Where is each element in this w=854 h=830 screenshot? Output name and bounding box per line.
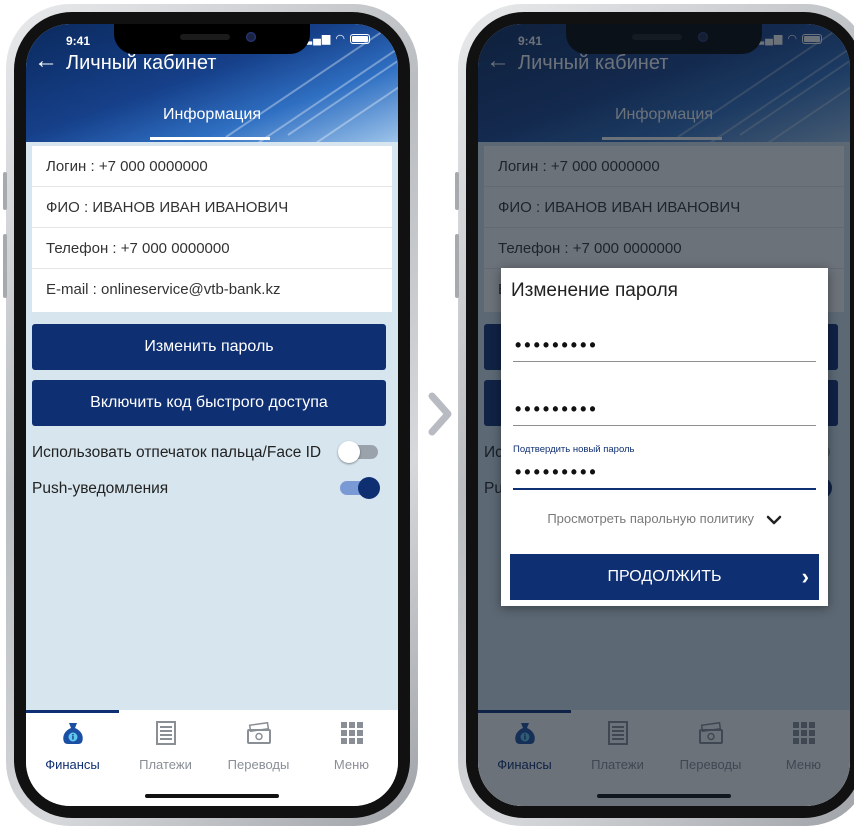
login-row: Логин : +7 000 0000000 <box>32 146 392 187</box>
volume-button <box>3 234 7 298</box>
profile-card: Логин : +7 000 0000000 ФИО : ИВАНОВ ИВАН… <box>32 146 392 312</box>
continue-button[interactable]: ПРОДОЛЖИТЬ › <box>510 554 819 600</box>
password-mask: ••••••••• <box>515 399 599 419</box>
nav-active-indicator <box>26 710 119 713</box>
nav-item-transfers[interactable]: Переводы <box>212 720 305 772</box>
mute-switch <box>3 172 7 210</box>
moneybag-icon: i <box>62 723 83 744</box>
phone-right: 9:41 ▂▄▆ ◠ ← Личный кабинет Информация Л… <box>455 4 854 826</box>
full-name-row: ФИО : ИВАНОВ ИВАН ИВАНОВИЧ <box>32 187 392 228</box>
change-password-dialog: Изменение пароля ••••••••• ••••••••• Под… <box>501 268 828 606</box>
bottom-nav: i Финансы Платежи <box>26 710 398 806</box>
push-setting: Push-уведомления <box>32 477 380 499</box>
tab-information[interactable]: Информация <box>26 106 398 124</box>
nav-label: Переводы <box>227 757 290 772</box>
password-mask: ••••••••• <box>515 462 599 482</box>
new-password-field[interactable]: ••••••••• <box>513 396 816 426</box>
svg-text:i: i <box>71 734 73 742</box>
list-icon <box>155 721 176 745</box>
email-row: E-mail : onlineservice@vtb-bank.kz <box>46 281 281 298</box>
biometric-label: Использовать отпечаток пальца/Face ID <box>32 444 322 461</box>
current-password-field[interactable]: ••••••••• <box>513 332 816 362</box>
nav-label: Финансы <box>45 757 100 772</box>
nav-item-menu[interactable]: Меню <box>305 720 398 772</box>
nav-label: Меню <box>333 757 370 772</box>
phone-row: Телефон : +7 000 0000000 <box>32 228 392 269</box>
password-mask: ••••••••• <box>515 335 599 355</box>
chevron-down-icon <box>766 515 781 524</box>
change-password-button[interactable]: Изменить пароль <box>32 324 386 370</box>
notch <box>114 24 310 54</box>
chevron-right-icon <box>428 392 452 436</box>
confirm-password-field[interactable]: ••••••••• <box>513 460 816 490</box>
mute-switch <box>455 172 459 210</box>
push-toggle[interactable] <box>340 477 380 499</box>
password-policy-link[interactable]: Просмотреть парольную политику <box>501 511 828 526</box>
quick-access-button[interactable]: Включить код быстрого доступа <box>32 380 386 426</box>
push-label: Push-уведомления <box>32 480 169 497</box>
volume-button <box>455 234 459 298</box>
biometric-setting: Использовать отпечаток пальца/Face ID <box>32 441 378 463</box>
screen: 9:41 ▂▄▆ ◠ ← Личный кабинет Информация Л… <box>478 24 850 806</box>
wifi-icon: ◠ <box>335 33 346 45</box>
status-icons: ▂▄▆ ◠ <box>304 32 370 45</box>
policy-link-label: Просмотреть парольную политику <box>547 511 755 526</box>
biometric-toggle[interactable] <box>338 441 378 463</box>
dialog-title: Изменение пароля <box>511 280 678 301</box>
arrow-left-icon[interactable]: ← <box>34 48 58 74</box>
battery-icon <box>350 33 370 44</box>
nav-item-finance[interactable]: i Финансы <box>26 720 119 772</box>
wallet-icon <box>246 721 271 744</box>
stage: 9:41 ▂▄▆ ◠ ← Личный кабинет Информация Л… <box>0 0 854 830</box>
chevron-right-icon: › <box>801 564 809 589</box>
home-indicator[interactable] <box>145 794 279 798</box>
nav-label: Платежи <box>139 757 192 772</box>
confirm-password-label: Подтвердить новый пароль <box>513 444 635 455</box>
grid-icon <box>340 722 363 744</box>
continue-label: ПРОДОЛЖИТЬ <box>607 568 722 585</box>
page-title: Личный кабинет <box>66 52 217 74</box>
tab-underline <box>150 137 270 140</box>
phone-left: 9:41 ▂▄▆ ◠ ← Личный кабинет Информация Л… <box>3 4 418 826</box>
status-time: 9:41 <box>66 34 91 48</box>
nav-item-payments[interactable]: Платежи <box>119 720 212 772</box>
screen: 9:41 ▂▄▆ ◠ ← Личный кабинет Информация Л… <box>26 24 398 806</box>
